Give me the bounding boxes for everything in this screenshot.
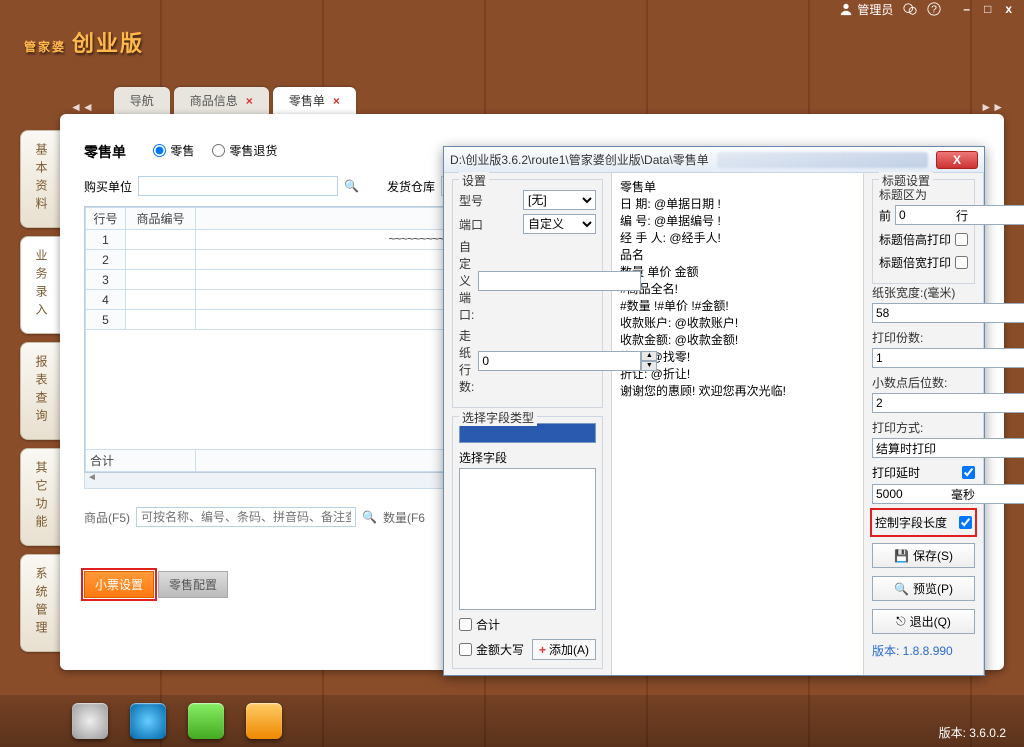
radio-retail-return[interactable]: 零售退货: [212, 142, 277, 159]
user-icon: [839, 2, 853, 16]
tab-product-info[interactable]: 商品信息×: [174, 87, 269, 114]
minimize-button[interactable]: –: [963, 2, 970, 16]
taskbar-app-2[interactable]: [130, 703, 166, 739]
side-nav: 基本资料 业务录入 报表查询 其它功能 系统管理: [20, 130, 60, 652]
custom-port-input[interactable]: [478, 271, 641, 291]
exit-icon: ⎋: [896, 614, 906, 629]
preview-button[interactable]: 🔍预览(P): [872, 576, 975, 601]
dialog-title-blur: [717, 152, 928, 168]
ship-warehouse-label: 发货仓库: [387, 178, 435, 195]
plus-icon: +: [539, 643, 546, 657]
print-mode-select[interactable]: ▲▼: [872, 438, 975, 458]
taskbar-app-4[interactable]: [246, 703, 282, 739]
title-lines-spinner[interactable]: ▲▼: [895, 205, 952, 225]
page-title: 零售单: [84, 142, 126, 162]
tab-retail-order[interactable]: 零售单×: [273, 87, 356, 114]
exit-button[interactable]: ⎋退出(Q): [872, 609, 975, 634]
row-4[interactable]: 4: [86, 290, 126, 310]
dialog-version: 版本: 1.8.8.990: [872, 642, 975, 659]
tabs-scroll-right[interactable]: ►►: [980, 100, 1004, 114]
current-user[interactable]: 管理员: [839, 1, 893, 18]
tab-close-icon[interactable]: ×: [333, 94, 340, 108]
delay-spinner[interactable]: ▲▼: [872, 484, 947, 504]
receipt-settings-button[interactable]: 小票设置: [84, 571, 154, 598]
settings-group-legend: 设置: [459, 172, 489, 189]
dialog-title-bar[interactable]: D:\创业版3.6.2\route1\管家婆创业版\Data\零售单 X: [444, 147, 984, 173]
double-width-checkbox[interactable]: [955, 256, 968, 269]
row-5[interactable]: 5: [86, 310, 126, 330]
tab-nav[interactable]: 导航: [114, 87, 170, 114]
search-icon[interactable]: 🔍: [362, 510, 377, 524]
double-height-checkbox[interactable]: [955, 233, 968, 246]
feed-lines-spinner[interactable]: ▲▼: [478, 351, 657, 371]
field-listbox[interactable]: [459, 468, 596, 610]
sidenav-other[interactable]: 其它功能: [20, 448, 60, 546]
sum-label: 合计: [86, 450, 196, 472]
receipt-settings-dialog: D:\创业版3.6.2\route1\管家婆创业版\Data\零售单 X 设置 …: [443, 146, 985, 676]
dialog-close-button[interactable]: X: [936, 151, 978, 169]
control-field-length-checkbox[interactable]: [959, 516, 972, 529]
close-button[interactable]: x: [1005, 2, 1012, 16]
radio-retail[interactable]: 零售: [153, 142, 194, 159]
field-select-label: 选择字段: [459, 449, 596, 466]
taskbar-app-1[interactable]: [72, 703, 108, 739]
wechat-icon[interactable]: [903, 2, 917, 16]
dialog-path: D:\创业版3.6.2\route1\管家婆创业版\Data\零售单: [450, 151, 709, 168]
buyer-input[interactable]: [138, 176, 338, 196]
tab-close-icon[interactable]: ×: [246, 94, 253, 108]
col-rownum: 行号: [86, 208, 126, 230]
field-type-select[interactable]: [459, 423, 596, 443]
row-2[interactable]: 2: [86, 250, 126, 270]
sidenav-basic-data[interactable]: 基本资料: [20, 130, 60, 228]
product-search-input[interactable]: [136, 507, 356, 527]
save-icon: 💾: [894, 549, 909, 563]
qty-label: 数量(F6: [383, 509, 425, 526]
taskbar: 版本: 3.6.0.2: [0, 695, 1024, 747]
paper-width-spinner[interactable]: ▲▼: [872, 303, 975, 323]
field-type-legend: 选择字段类型: [459, 409, 537, 426]
title-settings-legend: 标题设置: [879, 172, 933, 189]
copies-spinner[interactable]: ▲▼: [872, 348, 975, 368]
taskbar-app-3[interactable]: [188, 703, 224, 739]
col-code: 商品编号: [126, 208, 196, 230]
buyer-label: 购买单位: [84, 178, 132, 195]
uppercase-checkbox[interactable]: [459, 643, 472, 656]
svg-text:?: ?: [931, 4, 937, 16]
title-bar: 管理员 ? – □ x: [0, 0, 1024, 18]
search-icon[interactable]: 🔍: [344, 179, 359, 193]
maximize-button[interactable]: □: [984, 2, 991, 16]
help-icon[interactable]: ?: [927, 2, 941, 16]
app-version: 版本: 3.6.0.2: [939, 724, 1006, 741]
sidenav-system[interactable]: 系统管理: [20, 554, 60, 652]
decimals-spinner[interactable]: ▲▼: [872, 393, 975, 413]
sum-checkbox[interactable]: [459, 618, 472, 631]
tabs-scroll-left[interactable]: ◄◄: [70, 100, 94, 114]
tab-strip: ◄◄ 导航 商品信息× 零售单× ►►: [70, 88, 1004, 114]
row-1[interactable]: 1: [86, 230, 126, 250]
model-select[interactable]: [无]: [523, 190, 596, 210]
row-3[interactable]: 3: [86, 270, 126, 290]
add-field-button[interactable]: +添加(A): [532, 639, 596, 660]
port-select[interactable]: 自定义: [523, 214, 596, 234]
sidenav-report-query[interactable]: 报表查询: [20, 342, 60, 440]
app-logo: 管家婆创业版: [24, 22, 144, 60]
user-label: 管理员: [857, 1, 893, 18]
sidenav-business-entry[interactable]: 业务录入: [20, 236, 60, 334]
product-label: 商品(F5): [84, 509, 130, 526]
receipt-preview[interactable]: 零售单 日 期: @单据日期 ! 编 号: @单据编号 ! 经 手 人: @经手…: [612, 173, 864, 675]
save-button[interactable]: 💾保存(S): [872, 543, 975, 568]
control-field-length-row: 控制字段长度: [872, 510, 975, 535]
print-delay-checkbox[interactable]: [962, 466, 975, 479]
retail-config-button[interactable]: 零售配置: [158, 571, 228, 598]
preview-icon: 🔍: [894, 582, 909, 596]
